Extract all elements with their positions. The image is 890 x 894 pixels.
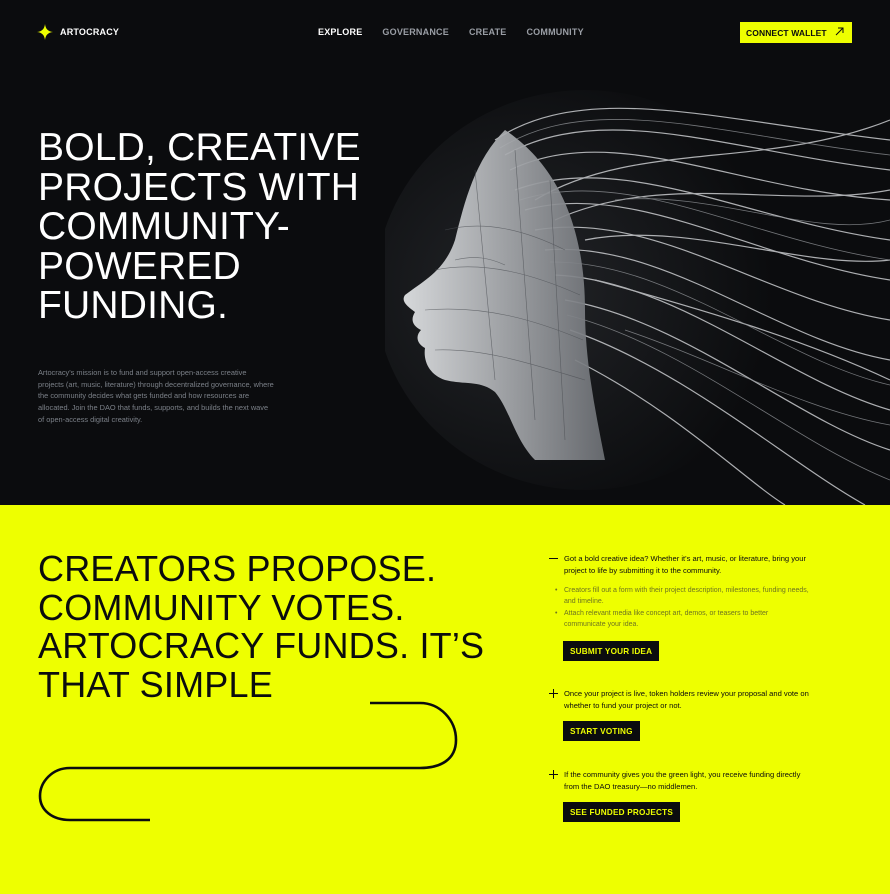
step-funds: If the community gives you the green lig… <box>549 769 809 822</box>
process-title: CREATORS PROPOSE. COMMUNITY VOTES. ARTOC… <box>38 548 485 705</box>
nav-link-explore[interactable]: EXPLORE <box>318 27 362 37</box>
connect-wallet-button[interactable]: CONNECT WALLET <box>740 22 852 43</box>
mission-text: Artocracy's mission is to fund and suppo… <box>38 368 274 424</box>
list-item: Attach relevant media like concept art, … <box>555 608 809 630</box>
digital-face-artwork <box>385 80 890 505</box>
step-propose-bullets: Creators fill out a form with their proj… <box>549 585 809 630</box>
hero-headline: BOLD, CREATIVE PROJECTS WITH COMMUNITY-P… <box>38 126 361 327</box>
submit-idea-button[interactable]: SUBMIT YOUR IDEA <box>563 641 660 661</box>
step-funds-description: If the community gives you the green lig… <box>564 770 801 791</box>
step-vote: Once your project is live, token holders… <box>549 688 809 741</box>
step-propose: Got a bold creative idea? Whether it's a… <box>549 553 809 661</box>
list-item: Creators fill out a form with their proj… <box>555 585 809 607</box>
step-vote-text: Once your project is live, token holders… <box>549 688 809 712</box>
step-propose-description: Got a bold creative idea? Whether it's a… <box>564 554 807 575</box>
arrow-up-right-icon <box>835 27 844 36</box>
hero-section: ARTOCRACY EXPLORE GOVERNANCE CREATE COMM… <box>0 0 890 505</box>
step-funds-text: If the community gives you the green lig… <box>549 769 809 793</box>
nav-link-governance[interactable]: GOVERNANCE <box>382 27 449 37</box>
nav-links: EXPLORE GOVERNANCE CREATE COMMUNITY <box>318 27 584 37</box>
nav-link-create[interactable]: CREATE <box>469 27 507 37</box>
plus-icon <box>549 770 558 779</box>
top-nav: ARTOCRACY EXPLORE GOVERNANCE CREATE COMM… <box>0 0 890 66</box>
nav-link-community[interactable]: COMMUNITY <box>526 27 583 37</box>
brand-name: ARTOCRACY <box>60 27 120 37</box>
step-vote-description: Once your project is live, token holders… <box>564 689 809 710</box>
plus-icon <box>549 689 558 698</box>
step-propose-text: Got a bold creative idea? Whether it's a… <box>549 553 809 577</box>
see-funded-projects-button[interactable]: SEE FUNDED PROJECTS <box>563 802 680 822</box>
minus-icon <box>549 558 558 559</box>
connect-wallet-label: CONNECT WALLET <box>746 27 827 38</box>
start-voting-button[interactable]: START VOTING <box>563 721 640 741</box>
brand-logo[interactable]: ARTOCRACY <box>37 24 119 40</box>
sparkle-logo-icon <box>37 24 53 40</box>
